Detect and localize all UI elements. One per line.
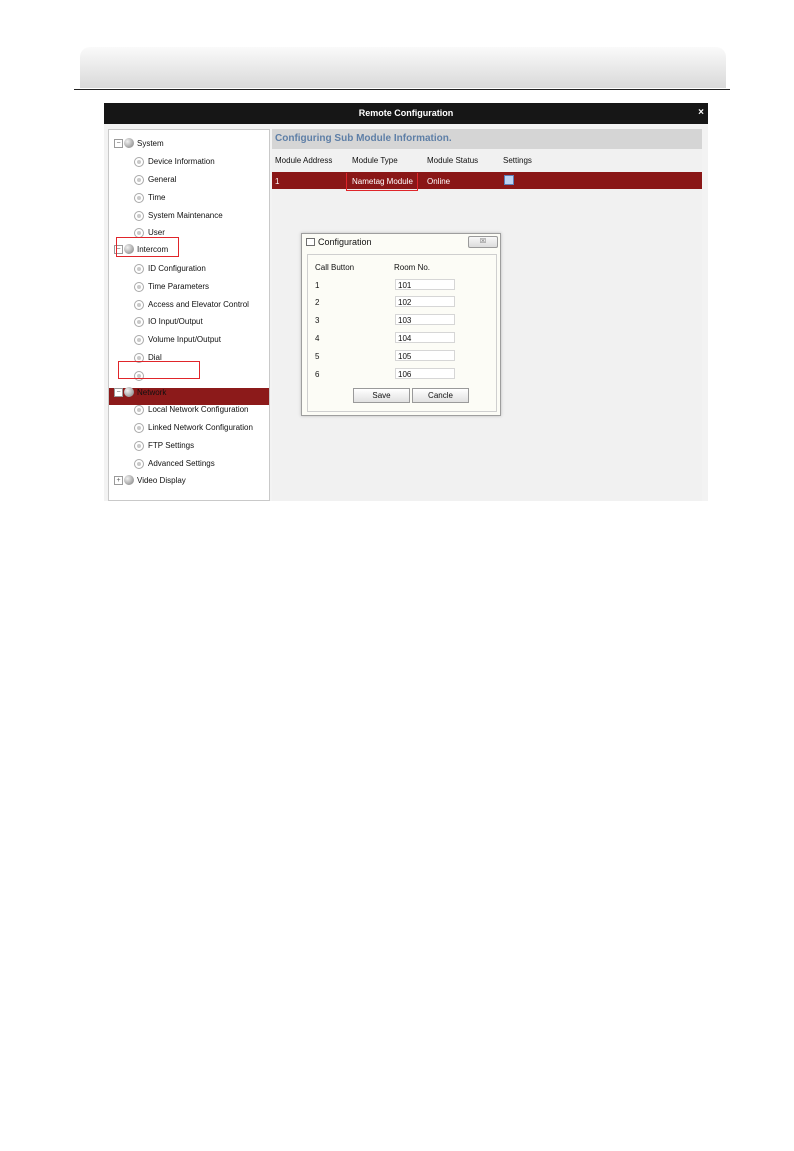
content-title: Configuring Sub Module Information. — [272, 129, 702, 149]
tree-group-label: System — [137, 139, 164, 148]
gear-icon — [134, 423, 144, 433]
document-header-band — [80, 47, 726, 88]
gear-icon — [134, 317, 144, 327]
call-button-number: 6 — [315, 370, 320, 379]
collapse-icon[interactable]: − — [114, 139, 123, 148]
call-button-number: 3 — [315, 316, 320, 325]
column-header-settings: Settings — [503, 156, 532, 165]
gear-icon — [134, 441, 144, 451]
tree-group-label: Network — [137, 388, 167, 397]
globe-icon — [124, 475, 134, 485]
save-button[interactable]: Save — [353, 388, 410, 403]
tree-item-label: IO Input/Output — [148, 317, 203, 326]
gear-icon — [134, 459, 144, 469]
room-number-input[interactable]: 103 — [395, 314, 455, 325]
config-tree: − System Device Information General Time… — [108, 129, 270, 501]
tree-item-label: FTP Settings — [148, 441, 195, 450]
tree-item-label: ID Configuration — [148, 264, 206, 273]
call-button-header: Call Button — [315, 263, 355, 272]
settings-icon[interactable] — [504, 175, 514, 185]
module-address-cell: 1 — [275, 177, 280, 186]
tree-group-label: Video Display — [137, 476, 186, 485]
window-title-bar: Remote Configuration × — [104, 103, 708, 124]
expand-icon[interactable]: + — [114, 476, 123, 485]
tree-item-label: Advanced Settings — [148, 459, 215, 468]
gear-icon — [134, 175, 144, 185]
highlight-box-sub-module — [118, 361, 200, 379]
highlight-box-intercom — [116, 237, 179, 257]
gear-icon — [134, 211, 144, 221]
call-button-number: 1 — [315, 281, 320, 290]
configuration-dialog: Configuration ☒ Call Button Room No. 1 1… — [301, 233, 501, 416]
tree-item-label: Time Parameters — [148, 282, 210, 291]
column-header-module-status: Module Status — [427, 156, 479, 165]
window-title: Remote Configuration — [358, 108, 454, 118]
column-header-module-type: Module Type — [352, 156, 398, 165]
room-number-input[interactable]: 102 — [395, 296, 455, 307]
gear-icon — [134, 264, 144, 274]
cancel-button[interactable]: Cancle — [412, 388, 469, 403]
gear-icon — [134, 335, 144, 345]
call-button-number: 5 — [315, 352, 320, 361]
gear-icon — [134, 157, 144, 167]
room-number-input[interactable]: 101 — [395, 279, 455, 290]
tree-item-label: System Maintenance — [148, 211, 223, 220]
room-number-input[interactable]: 106 — [395, 368, 455, 379]
table-row[interactable] — [272, 172, 702, 189]
tree-item-label: Time — [148, 193, 166, 202]
dialog-body: Call Button Room No. 1 101 2 102 3 103 4… — [307, 254, 497, 412]
module-status-cell: Online — [427, 177, 451, 186]
close-icon[interactable]: × — [698, 103, 704, 123]
document-header-rule — [74, 89, 730, 90]
column-header-module-address: Module Address — [275, 156, 333, 165]
gear-icon — [134, 282, 144, 292]
tree-item-label: Device Information — [148, 157, 215, 166]
gear-icon — [134, 405, 144, 415]
tree-item-label: Volume Input/Output — [148, 335, 221, 344]
tree-item-label: Linked Network Configuration — [148, 423, 253, 432]
call-button-number: 4 — [315, 334, 320, 343]
dialog-title-bar: Configuration ☒ — [302, 234, 500, 250]
tree-item-label: General — [148, 175, 177, 184]
window-icon — [306, 238, 315, 246]
call-button-number: 2 — [315, 298, 320, 307]
room-number-input[interactable]: 105 — [395, 350, 455, 361]
room-no-header: Room No. — [394, 263, 431, 272]
globe-icon — [124, 387, 134, 397]
globe-icon — [124, 138, 134, 148]
gear-icon — [134, 193, 144, 203]
tree-item-label: Access and Elevator Control — [148, 300, 249, 309]
dialog-title: Configuration — [318, 237, 372, 247]
room-number-input[interactable]: 104 — [395, 332, 455, 343]
tree-item-label: Local Network Configuration — [148, 405, 249, 414]
highlight-box-module-type — [346, 173, 418, 191]
gear-icon — [134, 300, 144, 310]
collapse-icon[interactable]: − — [114, 388, 123, 397]
dialog-close-icon[interactable]: ☒ — [468, 236, 498, 248]
